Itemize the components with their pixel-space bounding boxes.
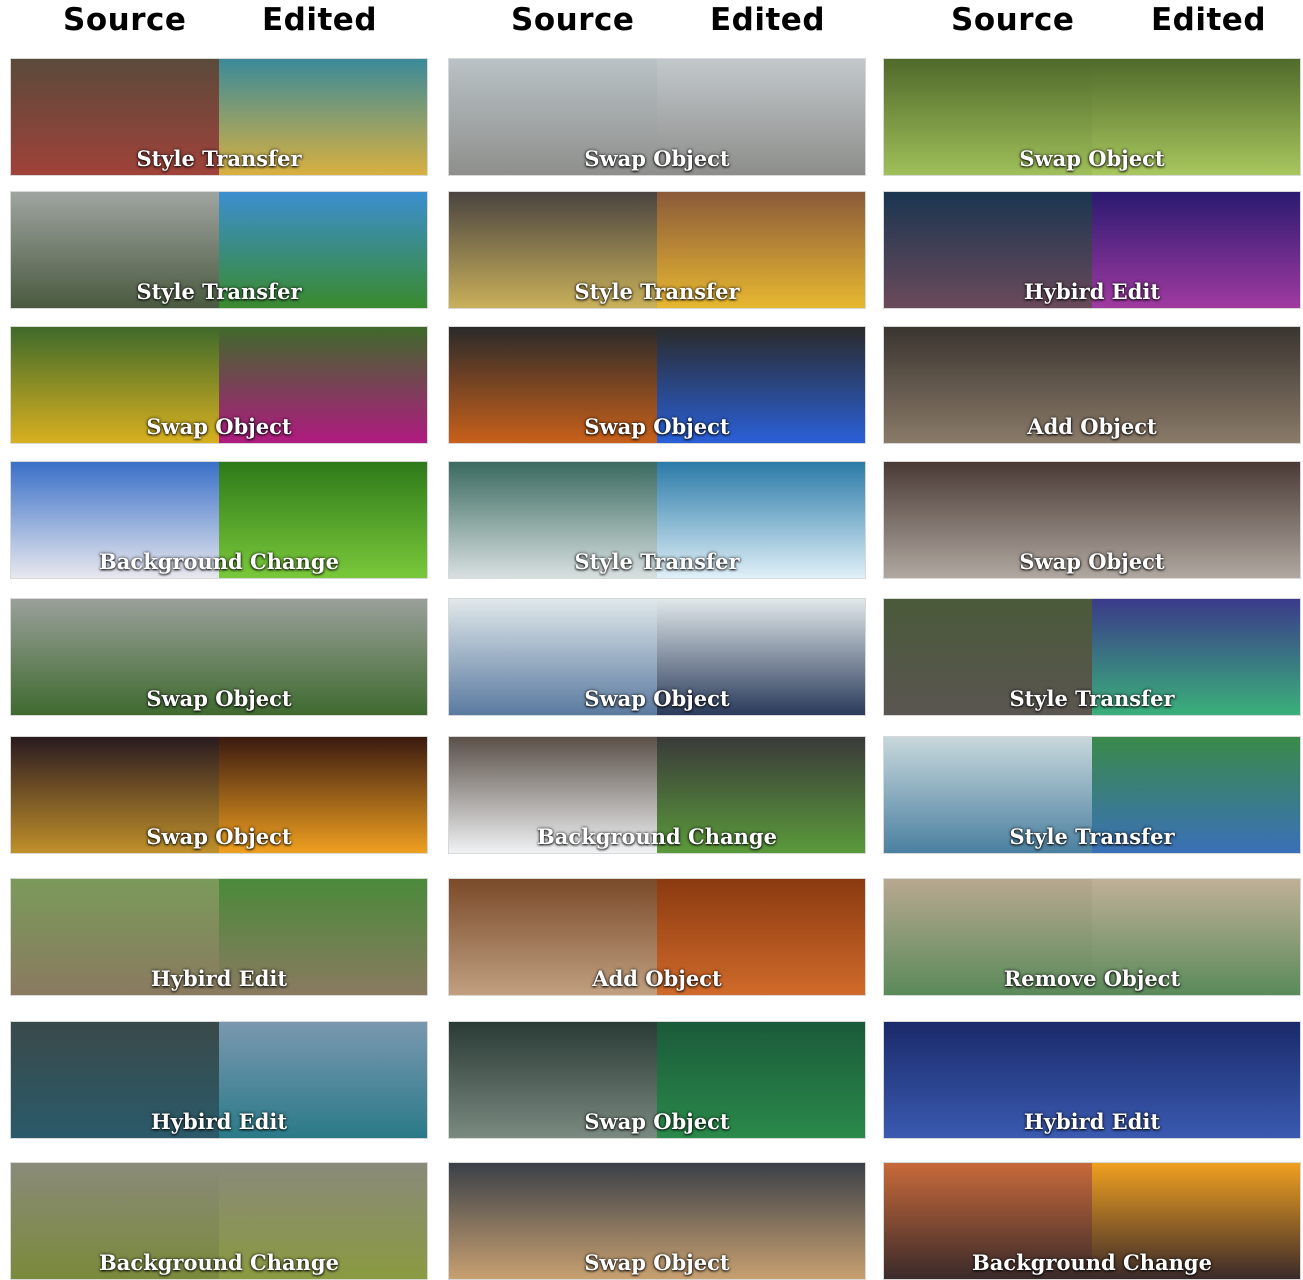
example-tile: Style Transfer <box>10 58 428 176</box>
edit-type-label: Style Transfer <box>574 279 740 304</box>
edit-type-label: Swap Object <box>584 146 730 171</box>
edit-type-label: Swap Object <box>584 1109 730 1134</box>
edit-type-label: Hybird Edit <box>150 966 288 991</box>
edit-type-label: Swap Object <box>146 686 292 711</box>
edit-type-label: Style Transfer <box>1009 824 1175 849</box>
example-tile: Hybird Edit <box>883 1021 1301 1139</box>
edit-type-label: Add Object <box>592 966 722 991</box>
edit-type-label: Background Change <box>972 1250 1212 1275</box>
edit-type-label: Remove Object <box>1003 966 1181 991</box>
example-tile: Style Transfer <box>10 191 428 309</box>
edit-type-label: Swap Object <box>584 686 730 711</box>
example-tile: Swap Object <box>448 1162 866 1280</box>
edit-type-label: Style Transfer <box>136 146 302 171</box>
example-tile: Style Transfer <box>883 736 1301 854</box>
example-tile: Remove Object <box>883 878 1301 996</box>
example-tile: Swap Object <box>448 598 866 716</box>
edit-type-label: Style Transfer <box>574 549 740 574</box>
example-tile: Style Transfer <box>448 461 866 579</box>
edit-type-label: Swap Object <box>1019 549 1165 574</box>
example-tile: Background Change <box>448 736 866 854</box>
example-tile: Hybird Edit <box>10 1021 428 1139</box>
example-tile: Background Change <box>10 461 428 579</box>
edit-type-label: Hybird Edit <box>150 1109 288 1134</box>
header-col1-source: Source <box>63 2 187 38</box>
example-tile: Swap Object <box>448 58 866 176</box>
example-tile: Swap Object <box>448 1021 866 1139</box>
example-tile: Style Transfer <box>448 191 866 309</box>
example-tile: Swap Object <box>883 461 1301 579</box>
example-tile: Add Object <box>883 326 1301 444</box>
edit-type-label: Background Change <box>537 824 777 849</box>
edit-type-label: Swap Object <box>146 824 292 849</box>
edit-type-label: Swap Object <box>584 414 730 439</box>
header-col3-source: Source <box>951 2 1075 38</box>
example-tile: Background Change <box>10 1162 428 1280</box>
edit-type-label: Swap Object <box>584 1250 730 1275</box>
header-col3-edited: Edited <box>1151 2 1267 38</box>
edit-type-label: Hybird Edit <box>1023 1109 1161 1134</box>
example-tile: Swap Object <box>883 58 1301 176</box>
edit-type-label: Swap Object <box>146 414 292 439</box>
edit-type-label: Background Change <box>99 1250 339 1275</box>
example-tile: Hybird Edit <box>883 191 1301 309</box>
header-col1-edited: Edited <box>262 2 378 38</box>
header-col2-source: Source <box>511 2 635 38</box>
example-tile: Swap Object <box>10 326 428 444</box>
edit-type-label: Style Transfer <box>136 279 302 304</box>
edit-type-label: Style Transfer <box>1009 686 1175 711</box>
edit-type-label: Swap Object <box>1019 146 1165 171</box>
example-tile: Hybird Edit <box>10 878 428 996</box>
example-tile: Style Transfer <box>883 598 1301 716</box>
edit-type-label: Hybird Edit <box>1023 279 1161 304</box>
header-col2-edited: Edited <box>710 2 826 38</box>
example-tile: Background Change <box>883 1162 1301 1280</box>
example-tile: Swap Object <box>10 598 428 716</box>
example-tile: Swap Object <box>10 736 428 854</box>
edit-type-label: Add Object <box>1027 414 1157 439</box>
edit-type-label: Background Change <box>99 549 339 574</box>
example-tile: Swap Object <box>448 326 866 444</box>
example-tile: Add Object <box>448 878 866 996</box>
